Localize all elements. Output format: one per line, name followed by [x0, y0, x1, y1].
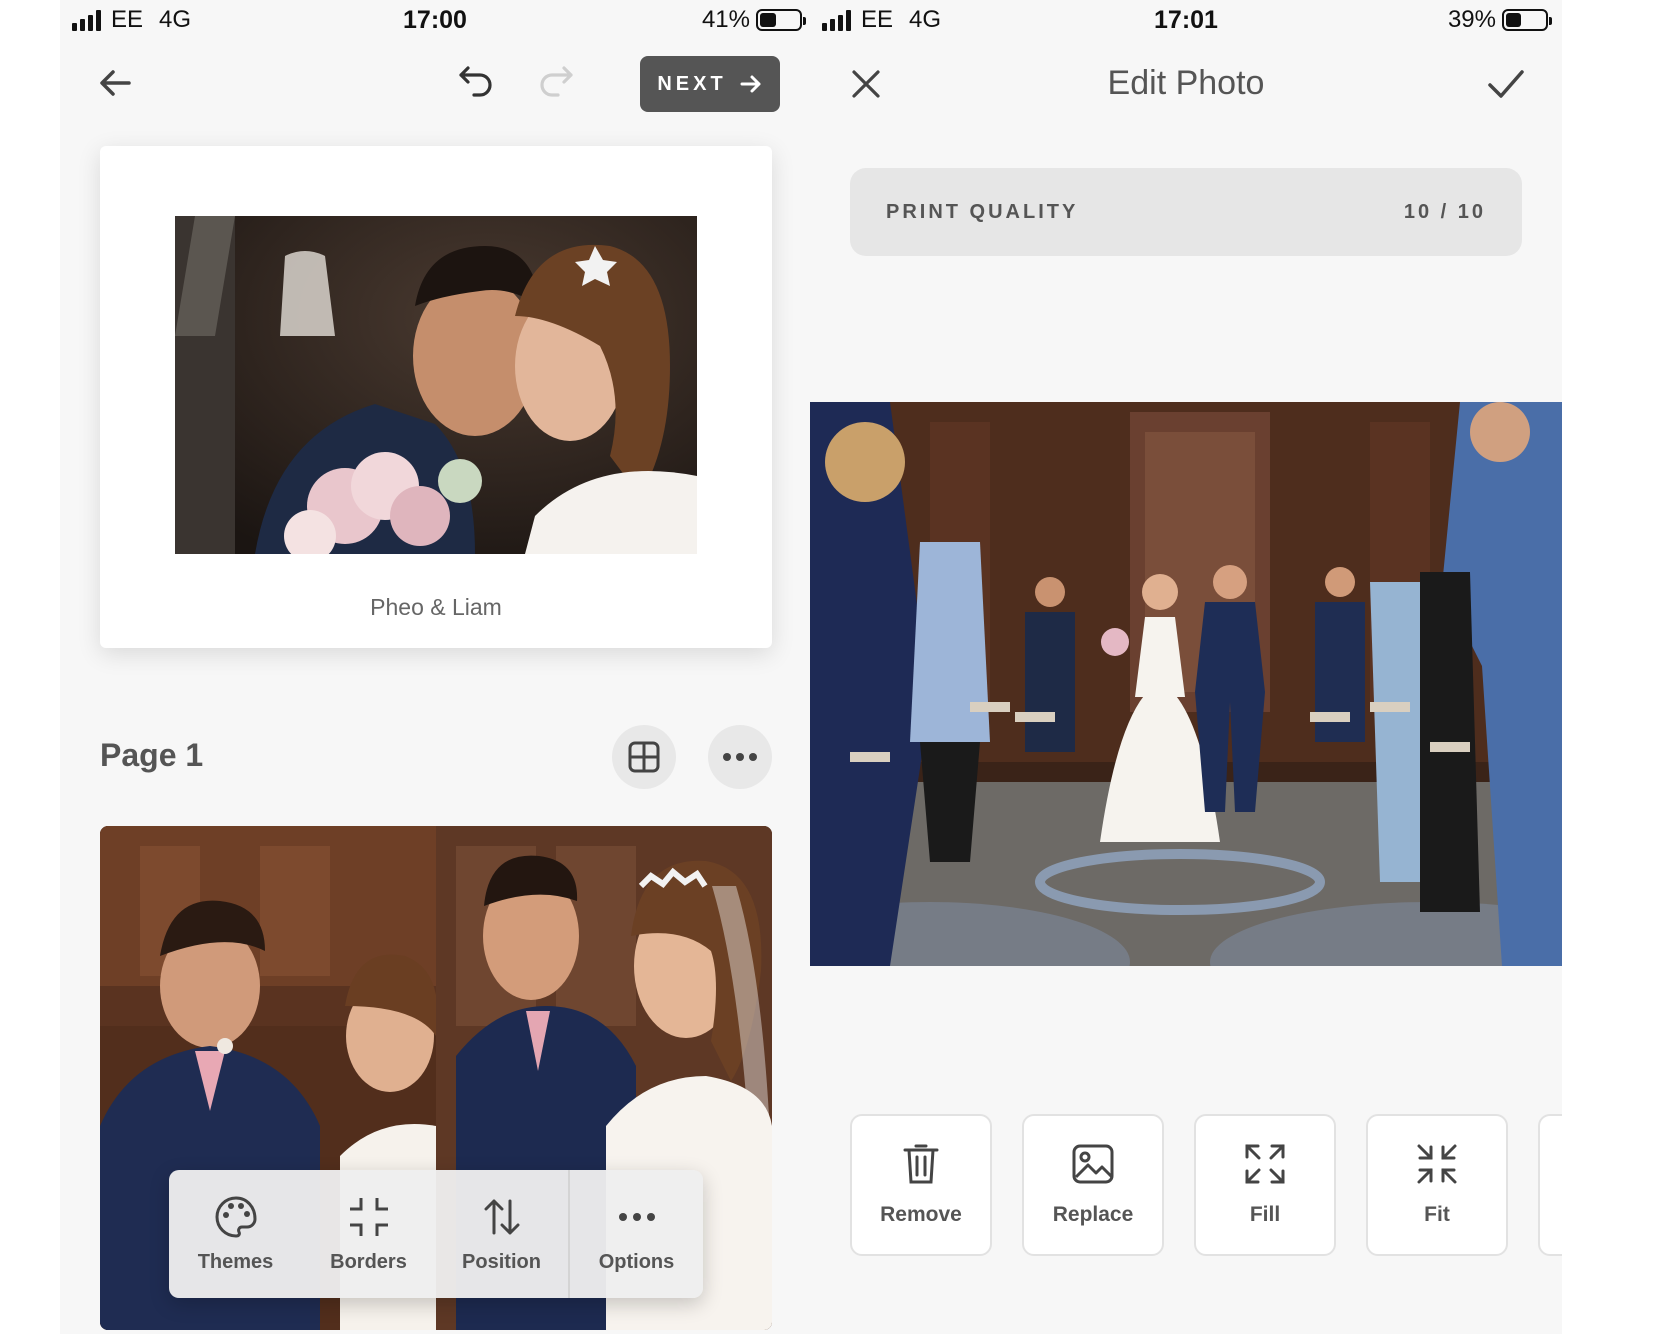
page-header-row: Page 1 [100, 725, 772, 791]
replace-label: Replace [1052, 1203, 1134, 1226]
borders-icon [349, 1197, 388, 1236]
more-horizontal-icon [723, 753, 757, 761]
editor-toolbar: NEXT [60, 50, 810, 120]
screenshot-stage: EE 4G 17:00 41% NEXT Pheo & Liam Page 1 … [0, 0, 1667, 1334]
borders-button[interactable]: Borders [302, 1170, 435, 1298]
image-icon [1072, 1144, 1114, 1184]
undo-button[interactable] [450, 58, 502, 110]
cover-page-card[interactable]: Pheo & Liam [100, 146, 772, 648]
remove-button[interactable]: Remove [850, 1114, 992, 1256]
next-button[interactable]: NEXT [640, 56, 780, 112]
arrow-right-icon [740, 75, 761, 93]
more-actions-button-partial[interactable] [1538, 1114, 1562, 1256]
battery-icon [1502, 9, 1552, 31]
couple-photo-illustration [175, 216, 697, 554]
palette-icon [215, 1195, 257, 1238]
print-quality-value: 10 / 10 [1403, 200, 1486, 223]
redo-button[interactable] [530, 58, 582, 110]
arrow-left-icon [100, 70, 131, 96]
page-title: Page 1 [100, 737, 204, 773]
cover-photo[interactable] [175, 216, 697, 554]
trash-icon [903, 1144, 939, 1184]
battery-icon [756, 9, 806, 31]
swap-vertical-icon [484, 1199, 519, 1234]
battery-percent: 39% [1447, 6, 1496, 33]
fill-button[interactable]: Fill [1194, 1114, 1336, 1256]
fit-button[interactable]: Fit [1366, 1114, 1508, 1256]
undo-icon [459, 66, 492, 97]
status-time: 17:00 [403, 6, 467, 34]
options-label: Options [598, 1250, 675, 1273]
page-more-button[interactable] [708, 725, 772, 789]
confirm-button[interactable] [1480, 58, 1532, 110]
position-label: Position [462, 1250, 541, 1273]
next-label: NEXT [657, 72, 727, 95]
status-bar: EE 4G 17:01 39% [810, 0, 1562, 44]
layout-grid-icon [628, 741, 660, 773]
cover-caption[interactable]: Pheo & Liam [100, 594, 772, 621]
status-right: 41% [701, 6, 806, 34]
status-bar: EE 4G 17:00 41% [60, 0, 810, 44]
options-button[interactable]: Options [568, 1170, 703, 1298]
themes-label: Themes [197, 1250, 274, 1273]
expand-icon [1245, 1144, 1285, 1184]
layout-button[interactable] [612, 725, 676, 789]
photo-actions-row: Remove Replace Fill Fit [850, 1114, 1562, 1256]
back-button[interactable] [90, 58, 140, 108]
themes-button[interactable]: Themes [169, 1170, 302, 1298]
position-button[interactable]: Position [435, 1170, 568, 1298]
page-tools-popover: Themes Borders Position Options [169, 1170, 703, 1298]
status-right: 39% [1447, 6, 1552, 34]
redo-icon [540, 66, 573, 97]
page-title: Edit Photo [1107, 64, 1265, 102]
compress-icon [1417, 1144, 1457, 1184]
more-horizontal-icon [618, 1212, 655, 1221]
edit-photo-canvas[interactable] [810, 402, 1562, 966]
replace-button[interactable]: Replace [1022, 1114, 1164, 1256]
ceremony-photo-illustration [810, 402, 1562, 966]
photobook-editor-screen: EE 4G 17:00 41% NEXT Pheo & Liam Page 1 … [60, 0, 810, 1334]
fill-label: Fill [1249, 1203, 1281, 1226]
remove-label: Remove [880, 1203, 962, 1226]
fit-label: Fit [1424, 1203, 1450, 1226]
print-quality-bar: PRINT QUALITY 10 / 10 [850, 168, 1522, 256]
battery-level [1506, 13, 1521, 27]
checkmark-icon [1488, 70, 1524, 98]
battery-level [760, 13, 776, 27]
edit-photo-screen: EE 4G 17:01 39% Edit Photo PRINT QUALITY… [810, 0, 1562, 1334]
print-quality-label: PRINT QUALITY [886, 200, 1079, 223]
battery-percent: 41% [701, 6, 750, 33]
borders-label: Borders [330, 1250, 407, 1273]
